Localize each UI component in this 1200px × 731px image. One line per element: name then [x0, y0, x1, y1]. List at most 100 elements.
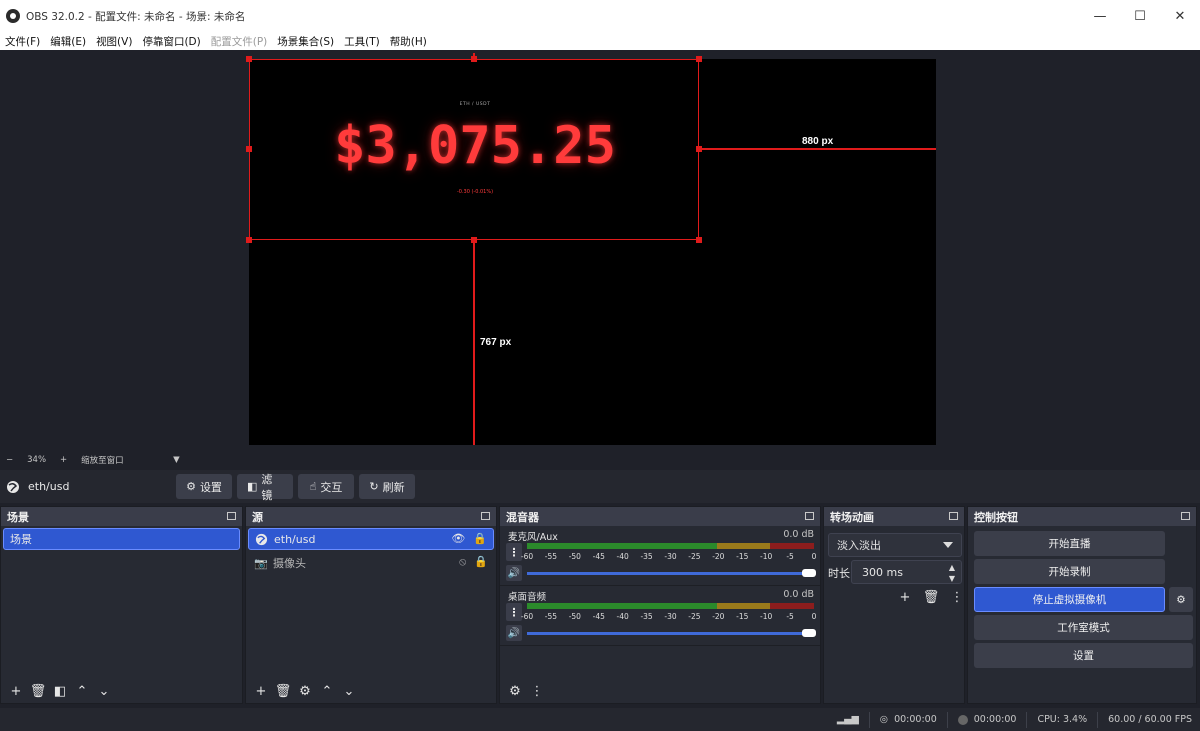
preview-area[interactable]: ETH / USDT $3,075.25 -0.30 (-0.01%) 880 … [0, 51, 1200, 453]
meter-scale-tick: -20 [712, 552, 725, 561]
sources-toolbar: + 🗑 ⚙ ⌃ ⌄ [246, 679, 496, 703]
duration-input[interactable]: 300 ms ▲ ▼ [851, 560, 962, 584]
menu-scene-collection[interactable]: 场景集合(S) [272, 34, 339, 49]
stream-status: ◎ 00:00:00 [880, 714, 937, 725]
obs-logo-icon [6, 9, 20, 23]
slider-knob[interactable] [802, 629, 816, 637]
interact-label: 交互 [320, 480, 343, 494]
gear-icon[interactable]: ⚙ [294, 681, 316, 701]
chevron-up-icon[interactable]: ▲ [945, 562, 959, 572]
chevron-down-icon[interactable]: ▼ [945, 573, 959, 583]
resize-handle-top-left[interactable] [246, 56, 252, 62]
trash-icon[interactable]: 🗑 [27, 681, 49, 701]
source-item[interactable]: eth/usd 👁 🔒 [248, 528, 494, 550]
meter-scale-tick: -35 [640, 612, 653, 621]
ticker-price: $3,075.25 [334, 116, 616, 176]
add-icon[interactable]: + [894, 587, 916, 607]
minimize-button[interactable]: — [1080, 0, 1120, 32]
properties-label: 设置 [199, 480, 222, 494]
scene-item-label: 场景 [10, 533, 32, 546]
browser-source-icon [7, 480, 19, 493]
source-item[interactable]: 📷 摄像头 ⦸ 🔒 [248, 552, 494, 574]
scenes-title: 场景 [7, 510, 29, 524]
controls-dock-title: 控制按钮 [968, 507, 1196, 526]
controls-title: 控制按钮 [974, 510, 1018, 524]
record-time: 00:00:00 [973, 714, 1017, 725]
scene-item[interactable]: 场景 [3, 528, 240, 550]
preview-canvas[interactable]: ETH / USDT $3,075.25 -0.30 (-0.01%) 880 … [246, 53, 936, 445]
resize-handle-bottom-left[interactable] [246, 237, 252, 243]
undock-icon[interactable] [949, 512, 958, 520]
filters-button[interactable]: ◧ 滤镜 [237, 473, 293, 502]
gear-icon[interactable]: ⚙ [504, 681, 526, 701]
eye-hidden-icon[interactable]: ⦸ [459, 555, 466, 569]
meter-scale-tick: -35 [640, 552, 653, 561]
undock-icon[interactable] [805, 512, 814, 520]
start-recording-button[interactable]: 开始录制 [974, 559, 1165, 584]
virtual-camera-settings-button[interactable]: ⚙ [1169, 587, 1193, 612]
studio-mode-button[interactable]: 工作室模式 [974, 615, 1193, 640]
more-icon[interactable]: ⋮ [526, 681, 548, 701]
trash-icon[interactable]: 🗑 [920, 587, 942, 607]
mixer-toolbar: ⚙ ⋮ [500, 679, 820, 703]
resize-handle-left[interactable] [246, 146, 252, 152]
menu-view[interactable]: 视图(V) [91, 34, 137, 49]
speaker-icon[interactable]: 🔊 [506, 565, 522, 581]
more-icon[interactable]: ⋮ [506, 543, 522, 561]
menu-file[interactable]: 文件(F) [0, 34, 45, 49]
refresh-icon: ↻ [369, 480, 379, 493]
settings-button[interactable]: 设置 [974, 643, 1193, 668]
transition-select[interactable]: 淡入淡出 [828, 533, 962, 557]
transitions-dock-title: 转场动画 [824, 507, 964, 526]
zoom-in-button[interactable]: + [60, 455, 67, 465]
slider-knob[interactable] [802, 569, 816, 577]
menu-help[interactable]: 帮助(H) [385, 34, 432, 49]
more-icon[interactable]: ⋮ [506, 603, 522, 621]
trash-icon[interactable]: 🗑 [272, 681, 294, 701]
more-icon[interactable]: ⋮ [946, 587, 968, 607]
close-button[interactable]: ✕ [1160, 0, 1200, 32]
refresh-button[interactable]: ↻ 刷新 [359, 474, 415, 499]
menu-docks[interactable]: 停靠窗口(D) [137, 34, 205, 49]
meter-scale-tick: -60 [520, 612, 534, 621]
scenes-toolbar: + 🗑 ◧ ⌃ ⌄ [1, 679, 242, 703]
controls-dock: 控制按钮 开始直播 开始录制 停止虚拟摄像机 ⚙ 工作室模式 设置 [967, 506, 1197, 704]
arrow-up-icon[interactable]: ⌃ [71, 681, 93, 701]
meter-scale-tick: -45 [592, 552, 605, 561]
lock-icon[interactable]: 🔒 [474, 555, 488, 569]
meter-scale-tick: -60 [520, 552, 534, 561]
maximize-button[interactable]: ☐ [1120, 0, 1160, 32]
resize-handle-bottom-right[interactable] [696, 237, 702, 243]
meter-scale-tick: -30 [664, 552, 677, 561]
selected-source-bounds[interactable]: ETH / USDT $3,075.25 -0.30 (-0.01%) [249, 59, 699, 240]
volume-slider[interactable] [527, 569, 816, 577]
filter-icon[interactable]: ◧ [49, 681, 71, 701]
zoom-mode-select[interactable]: 缩放至窗口 [81, 454, 171, 466]
add-icon[interactable]: + [250, 681, 272, 701]
undock-icon[interactable] [1181, 512, 1190, 520]
resize-handle-top-right[interactable] [696, 56, 702, 62]
volume-slider[interactable] [527, 629, 816, 637]
eye-icon[interactable]: 👁 [451, 532, 465, 545]
add-icon[interactable]: + [5, 681, 27, 701]
arrow-down-icon[interactable]: ⌄ [93, 681, 115, 701]
zoom-out-button[interactable]: − [6, 455, 13, 465]
gear-icon: ⚙ [1176, 593, 1186, 606]
chevron-down-icon[interactable]: ▼ [173, 455, 180, 465]
speaker-icon[interactable]: 🔊 [506, 625, 522, 641]
menu-edit[interactable]: 编辑(E) [45, 34, 91, 49]
menu-tools[interactable]: 工具(T) [339, 34, 385, 49]
sources-dock-title: 源 [246, 507, 496, 526]
lock-icon[interactable]: 🔒 [473, 532, 487, 545]
meter-scale-tick: -25 [688, 612, 701, 621]
stop-virtual-camera-button[interactable]: 停止虚拟摄像机 [974, 587, 1165, 612]
undock-icon[interactable] [227, 512, 236, 520]
interact-button[interactable]: ☝ 交互 [298, 474, 354, 499]
start-streaming-button[interactable]: 开始直播 [974, 531, 1165, 556]
arrow-up-icon[interactable]: ⌃ [316, 681, 338, 701]
chevron-down-icon [943, 542, 953, 548]
arrow-down-icon[interactable]: ⌄ [338, 681, 360, 701]
undock-icon[interactable] [481, 512, 490, 520]
properties-button[interactable]: ⚙ 设置 [176, 474, 232, 499]
scenes-dock: 场景 场景 + 🗑 ◧ ⌃ ⌄ [0, 506, 243, 704]
